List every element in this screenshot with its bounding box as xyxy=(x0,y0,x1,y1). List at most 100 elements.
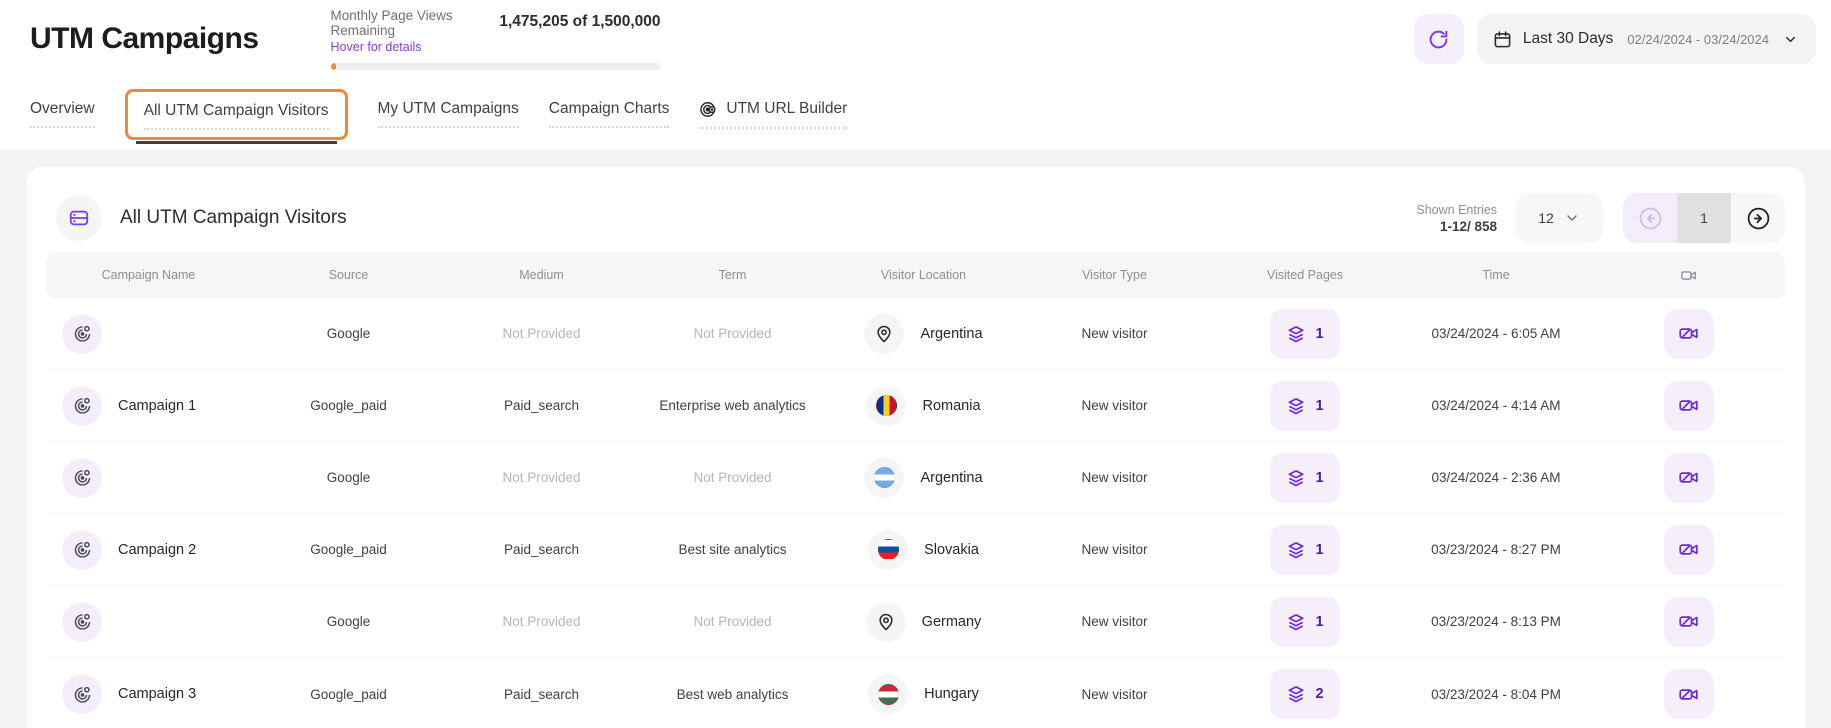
source-cell: Google xyxy=(251,470,446,485)
main-content: All UTM Campaign Visitors Shown Entries … xyxy=(0,150,1831,728)
term-cell: Not Provided xyxy=(637,326,828,341)
time-cell: 03/23/2024 - 8:13 PM xyxy=(1400,614,1592,629)
page-views-label: Monthly Page Views Remaining xyxy=(331,8,500,38)
page-views-progress-bar xyxy=(331,63,661,70)
video-camera-icon xyxy=(1592,267,1785,284)
visitor-type-cell: New visitor xyxy=(1019,470,1210,485)
session-recording-button[interactable] xyxy=(1664,453,1714,503)
flag-hungary-icon xyxy=(878,684,899,705)
page-views-progress-fill xyxy=(331,63,337,70)
table-body: Google Not Provided Not Provided Argenti… xyxy=(46,298,1785,728)
medium-cell: Not Provided xyxy=(446,614,637,629)
utm-builder-target-icon xyxy=(699,100,718,119)
visitor-location: Hungary xyxy=(924,686,979,702)
flag-argentina-icon xyxy=(874,467,895,488)
tab-bar: Overview All UTM Campaign Visitors My UT… xyxy=(0,78,1831,150)
session-recording-button[interactable] xyxy=(1664,309,1714,359)
visitor-location: Romania xyxy=(922,398,980,414)
page-views-count: 1,475,205 of 1,500,000 xyxy=(499,13,660,31)
video-camera-off-icon xyxy=(1678,611,1699,632)
layers-icon xyxy=(1286,612,1306,632)
tab-utm-url-builder[interactable]: UTM URL Builder xyxy=(699,100,847,129)
tab-campaign-charts[interactable]: Campaign Charts xyxy=(549,100,670,128)
table-row: Google Not Provided Not Provided Argenti… xyxy=(46,298,1785,370)
time-cell: 03/24/2024 - 2:36 AM xyxy=(1400,470,1592,485)
visited-pages-count: 1 xyxy=(1315,470,1323,486)
refresh-icon xyxy=(1428,29,1449,50)
shown-entries: Shown Entries 1-12/ 858 xyxy=(1416,203,1497,234)
source-cell: Google_paid xyxy=(251,687,446,702)
table-row: Google Not Provided Not Provided Germany… xyxy=(46,586,1785,658)
table-row: Google Not Provided Not Provided Argenti… xyxy=(46,442,1785,514)
tab-my-utm-campaigns[interactable]: My UTM Campaigns xyxy=(378,100,519,128)
session-recording-button[interactable] xyxy=(1664,525,1714,575)
map-pin-icon xyxy=(864,314,904,354)
current-page-indicator[interactable]: 1 xyxy=(1677,193,1731,243)
visited-pages-badge: 1 xyxy=(1270,309,1339,359)
visited-pages-badge: 1 xyxy=(1270,597,1339,647)
tab-overview[interactable]: Overview xyxy=(30,100,95,128)
visitor-type-cell: New visitor xyxy=(1019,687,1210,702)
flag-romania-icon xyxy=(876,395,897,416)
medium-cell: Paid_search xyxy=(446,398,637,413)
visitor-location: Slovakia xyxy=(924,542,979,558)
session-recording-button[interactable] xyxy=(1664,669,1714,719)
medium-cell: Paid_search xyxy=(446,687,637,702)
visited-pages-count: 2 xyxy=(1315,686,1323,702)
visitor-type-cell: New visitor xyxy=(1019,542,1210,557)
visitor-location: Germany xyxy=(922,614,982,630)
campaign-target-icon xyxy=(62,602,102,642)
session-recording-button[interactable] xyxy=(1664,381,1714,431)
chevron-down-icon xyxy=(1783,32,1798,47)
layers-icon xyxy=(1286,324,1306,344)
medium-cell: Not Provided xyxy=(446,326,637,341)
refresh-button[interactable] xyxy=(1414,14,1464,64)
visited-pages-count: 1 xyxy=(1315,542,1323,558)
campaign-target-icon xyxy=(62,458,102,498)
term-cell: Not Provided xyxy=(637,614,828,629)
location-icon xyxy=(868,674,908,714)
next-page-button[interactable] xyxy=(1731,193,1785,243)
location-icon xyxy=(868,530,908,570)
campaign-target-icon xyxy=(62,386,102,426)
column-term: Term xyxy=(637,268,828,282)
visited-pages-badge: 2 xyxy=(1270,669,1339,719)
layers-icon xyxy=(1286,540,1306,560)
table-row: Campaign 1 Google_paid Paid_search Enter… xyxy=(46,370,1785,442)
previous-page-button[interactable] xyxy=(1623,193,1677,243)
layers-icon xyxy=(1286,396,1306,416)
date-range-value: 02/24/2024 - 03/24/2024 xyxy=(1627,32,1769,47)
page-views-widget: Monthly Page Views Remaining Hover for d… xyxy=(331,8,661,70)
column-visited-pages: Visited Pages xyxy=(1210,268,1400,282)
visitor-type-cell: New visitor xyxy=(1019,398,1210,413)
tab-all-utm-campaign-visitors[interactable]: All UTM Campaign Visitors xyxy=(125,89,348,140)
term-cell: Best site analytics xyxy=(637,542,828,557)
visitors-card: All UTM Campaign Visitors Shown Entries … xyxy=(26,167,1805,728)
visited-pages-count: 1 xyxy=(1315,614,1323,630)
visitor-type-cell: New visitor xyxy=(1019,326,1210,341)
flag-slovakia-icon xyxy=(878,539,899,560)
session-recording-button[interactable] xyxy=(1664,597,1714,647)
table-row: Campaign 2 Google_paid Paid_search Best … xyxy=(46,514,1785,586)
visited-pages-count: 1 xyxy=(1315,326,1323,342)
visitor-location: Argentina xyxy=(920,326,982,342)
time-cell: 03/23/2024 - 8:27 PM xyxy=(1400,542,1592,557)
chevron-down-icon xyxy=(1564,210,1580,226)
table-row: Campaign 3 Google_paid Paid_search Best … xyxy=(46,658,1785,728)
card-title: All UTM Campaign Visitors xyxy=(120,207,347,229)
arrow-right-circle-icon xyxy=(1746,206,1771,231)
campaign-target-icon xyxy=(62,674,102,714)
column-time: Time xyxy=(1400,268,1592,282)
term-cell: Not Provided xyxy=(637,470,828,485)
time-cell: 03/24/2024 - 4:14 AM xyxy=(1400,398,1592,413)
video-camera-off-icon xyxy=(1678,539,1699,560)
source-cell: Google_paid xyxy=(251,398,446,413)
time-cell: 03/24/2024 - 6:05 AM xyxy=(1400,326,1592,341)
date-range-selector[interactable]: Last 30 Days 02/24/2024 - 03/24/2024 xyxy=(1477,14,1816,64)
page-size-dropdown[interactable]: 12 xyxy=(1515,193,1603,243)
campaign-name: Campaign 3 xyxy=(118,686,196,702)
medium-cell: Not Provided xyxy=(446,470,637,485)
source-cell: Google xyxy=(251,326,446,341)
visited-pages-badge: 1 xyxy=(1270,525,1339,575)
hover-for-details-link[interactable]: Hover for details xyxy=(331,40,422,54)
